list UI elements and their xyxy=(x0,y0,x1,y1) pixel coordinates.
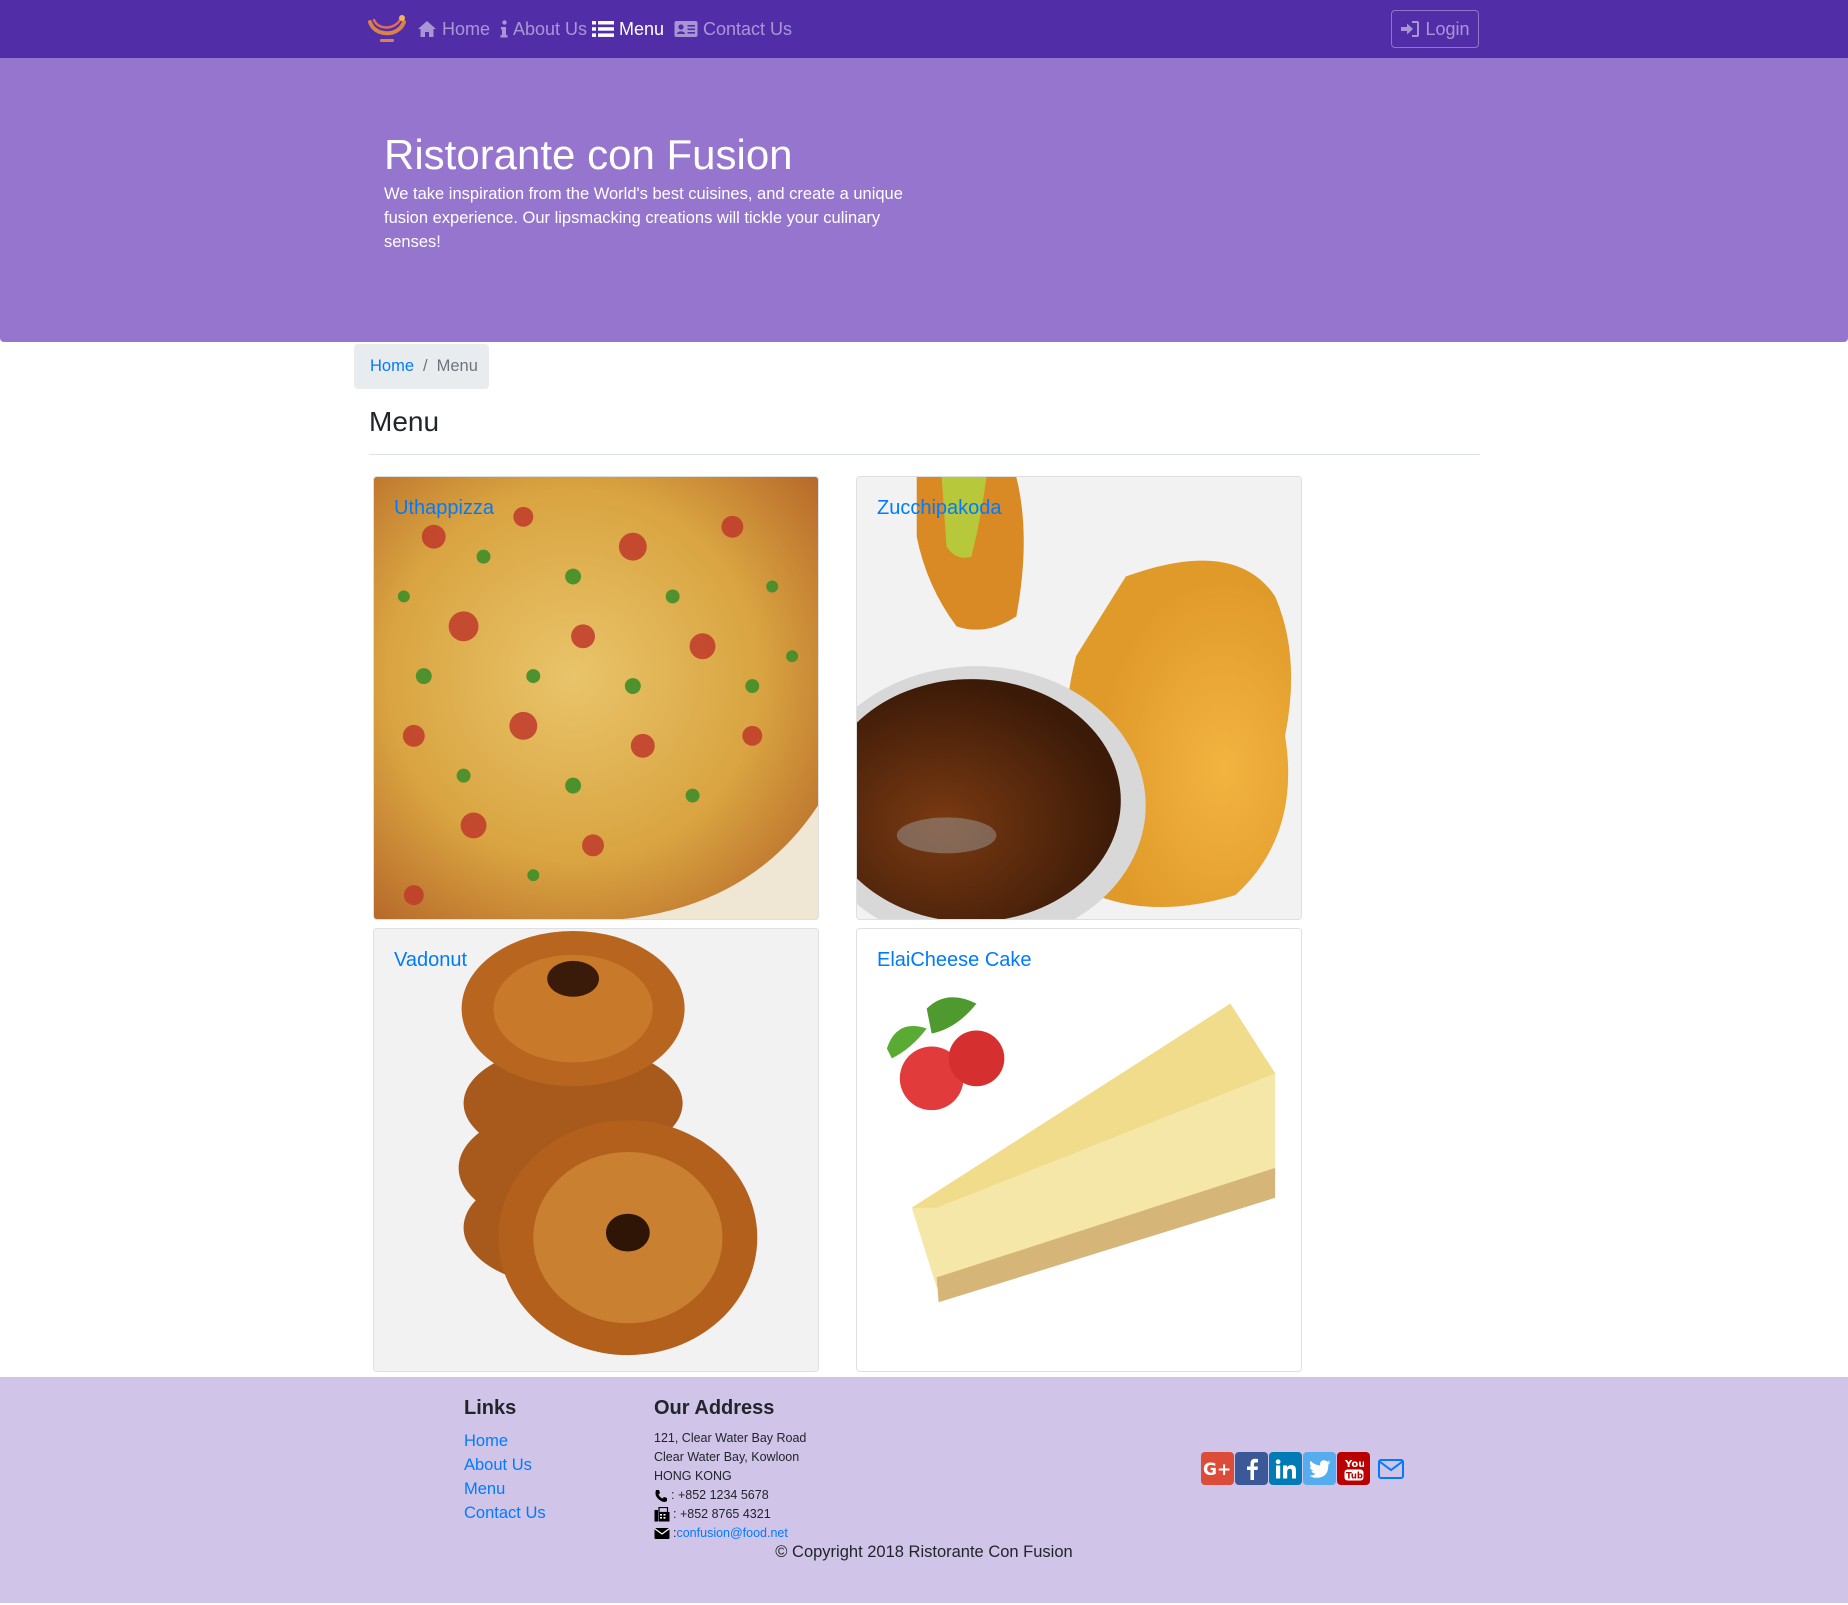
info-icon xyxy=(500,20,508,38)
footer-links: Home About Us Menu Contact Us xyxy=(464,1429,546,1525)
fax-text: : +852 8765 4321 xyxy=(673,1507,771,1521)
footer-link-about[interactable]: About Us xyxy=(464,1453,546,1477)
dish-image-zucchipakoda xyxy=(857,477,1301,919)
nav-home[interactable]: Home xyxy=(417,16,490,42)
email-row: : confusion@food.net xyxy=(654,1524,806,1543)
dish-image-uthappizza xyxy=(374,477,818,919)
nav-menu-label: Menu xyxy=(619,18,665,39)
footer-link-home[interactable]: Home xyxy=(464,1429,546,1453)
nav-about-label: About Us xyxy=(513,18,588,39)
address-line: HONG KONG xyxy=(654,1469,732,1483)
footer: Links Home About Us Menu Contact Us Our … xyxy=(0,1377,1848,1603)
heading-divider xyxy=(369,454,1480,455)
svg-text:Tube: Tube xyxy=(1346,1471,1364,1481)
dish-image-elaicheese-cake xyxy=(857,929,1301,1371)
dish-title[interactable]: Uthappizza xyxy=(394,497,494,520)
linkedin-icon xyxy=(1275,1458,1296,1478)
dish-card-zucchipakoda[interactable]: Zucchipakoda xyxy=(856,476,1302,920)
facebook-icon xyxy=(1246,1458,1258,1480)
google-plus-icon: G+ xyxy=(1203,1460,1231,1479)
footer-link-contact[interactable]: Contact Us xyxy=(464,1501,546,1525)
mail-button[interactable] xyxy=(1374,1452,1407,1485)
social-buttons: G+ YouTube xyxy=(1201,1452,1407,1485)
jumbotron: Ristorante con Fusion We take inspiratio… xyxy=(0,58,1848,342)
breadcrumb-current: Menu xyxy=(436,357,478,375)
google-plus-button[interactable]: G+ xyxy=(1201,1452,1234,1485)
address-card-icon xyxy=(674,21,698,37)
nav-contact[interactable]: Contact Us xyxy=(674,16,792,42)
facebook-button[interactable] xyxy=(1235,1452,1268,1485)
jumbotron-title: Ristorante con Fusion xyxy=(384,131,793,178)
svg-text:G+: G+ xyxy=(1203,1460,1231,1479)
dish-title[interactable]: Zucchipakoda xyxy=(877,497,1002,520)
twitter-icon xyxy=(1309,1459,1330,1478)
fax-row: : +852 8765 4321 xyxy=(654,1505,806,1524)
nav-about[interactable]: About Us xyxy=(500,16,587,42)
nav-contact-label: Contact Us xyxy=(703,18,793,39)
copyright-text: © Copyright 2018 Ristorante Con Fusion xyxy=(775,1543,1073,1561)
footer-address: 121, Clear Water Bay Road Clear Water Ba… xyxy=(654,1429,806,1543)
dish-title[interactable]: Vadonut xyxy=(394,949,467,972)
brand-logo[interactable] xyxy=(366,12,408,46)
dish-image-vadonut xyxy=(374,929,818,1371)
dish-card-uthappizza[interactable]: Uthappizza xyxy=(373,476,819,920)
nav-home-label: Home xyxy=(442,18,491,39)
home-icon xyxy=(418,21,436,37)
fax-icon xyxy=(654,1507,670,1522)
breadcrumb: Home / Menu xyxy=(354,344,489,389)
login-button[interactable]: Login xyxy=(1391,10,1479,48)
sign-in-icon xyxy=(1401,21,1420,37)
linkedin-button[interactable] xyxy=(1269,1452,1302,1485)
phone-icon xyxy=(655,1489,667,1502)
twitter-button[interactable] xyxy=(1303,1452,1336,1485)
address-line: 121, Clear Water Bay Road xyxy=(654,1431,807,1445)
dish-card-vadonut[interactable]: Vadonut xyxy=(373,928,819,1372)
envelope-icon xyxy=(654,1528,670,1539)
footer-link-menu[interactable]: Menu xyxy=(464,1477,546,1501)
phone-text: : +852 1234 5678 xyxy=(671,1488,769,1502)
login-label: Login xyxy=(1425,18,1470,39)
youtube-button[interactable]: YouTube xyxy=(1337,1452,1370,1485)
breadcrumb-separator: / xyxy=(423,357,428,375)
list-icon xyxy=(592,21,614,37)
footer-address-heading: Our Address xyxy=(654,1397,775,1419)
nav-menu[interactable]: Menu xyxy=(592,16,664,42)
navbar: Home About Us Menu Contact Us Login xyxy=(0,0,1848,58)
breadcrumb-home[interactable]: Home xyxy=(370,357,414,376)
dish-card-elaicheese-cake[interactable]: ElaiCheese Cake xyxy=(856,928,1302,1372)
footer-links-heading: Links xyxy=(464,1397,517,1419)
email-link[interactable]: confusion@food.net xyxy=(676,1524,787,1543)
jumbotron-text: We take inspiration from the World's bes… xyxy=(384,185,903,251)
phone-row: : +852 1234 5678 xyxy=(654,1486,806,1505)
youtube-icon: YouTube xyxy=(1344,1459,1364,1482)
dish-title[interactable]: ElaiCheese Cake xyxy=(877,949,1032,972)
envelope-outline-icon xyxy=(1377,1458,1404,1479)
address-line: Clear Water Bay, Kowloon xyxy=(654,1450,800,1464)
svg-text:You: You xyxy=(1344,1459,1364,1470)
page-title: Menu xyxy=(369,406,440,437)
